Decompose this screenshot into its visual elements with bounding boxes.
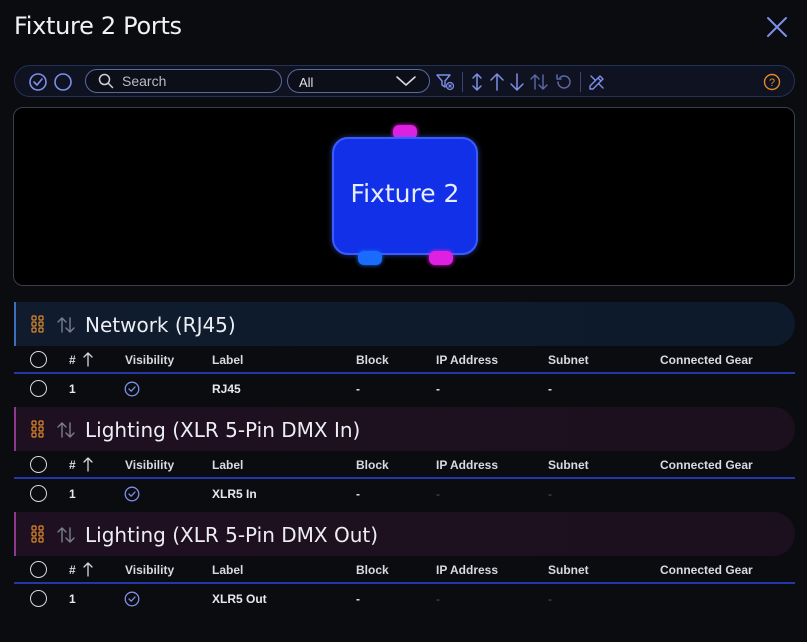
sort-swap-icon[interactable] <box>56 421 76 439</box>
table-row[interactable]: 1 XLR5 In - - - <box>14 480 795 508</box>
row-subnet: - <box>548 592 552 606</box>
col-visibility[interactable]: Visibility <box>125 458 174 472</box>
row-subnet: - <box>548 487 552 501</box>
table-header: # Visibility Label Block IP Address Subn… <box>14 451 795 479</box>
filter-select[interactable]: All <box>287 69 430 93</box>
col-block[interactable]: Block <box>356 458 389 472</box>
section-header-lighting-out: Lighting (XLR 5-Pin DMX Out) <box>14 512 795 556</box>
col-num[interactable]: # <box>69 458 76 472</box>
col-block[interactable]: Block <box>356 563 389 577</box>
arrow-down-icon[interactable] <box>507 72 527 92</box>
section-header-lighting-in: Lighting (XLR 5-Pin DMX In) <box>14 407 795 451</box>
page-title: Fixture 2 Ports <box>14 12 182 40</box>
section-title: Network (RJ45) <box>85 313 236 337</box>
section-header-network: Network (RJ45) <box>14 302 795 346</box>
col-label[interactable]: Label <box>212 458 243 472</box>
row-select-radio[interactable] <box>30 590 47 607</box>
col-label[interactable]: Label <box>212 563 243 577</box>
row-subnet: - <box>548 382 552 396</box>
col-connected-gear[interactable]: Connected Gear <box>660 353 753 367</box>
select-all-radio[interactable] <box>30 456 47 473</box>
col-ip[interactable]: IP Address <box>436 353 498 367</box>
reset-icon[interactable] <box>554 72 574 92</box>
col-label[interactable]: Label <box>212 353 243 367</box>
sort-swap-icon[interactable] <box>56 316 76 334</box>
clear-filter-icon[interactable] <box>435 72 455 92</box>
table-row[interactable]: 1 RJ45 - - - <box>14 375 795 403</box>
svg-text:?: ? <box>769 77 775 89</box>
fixture-node[interactable]: Fixture 2 <box>332 137 478 255</box>
row-label: XLR5 In <box>212 487 257 501</box>
fixture-preview-canvas: Fixture 2 <box>13 107 795 286</box>
toolbar: All ? <box>14 65 795 97</box>
col-connected-gear[interactable]: Connected Gear <box>660 563 753 577</box>
row-block: - <box>356 382 360 396</box>
search-input[interactable] <box>122 72 272 90</box>
col-connected-gear[interactable]: Connected Gear <box>660 458 753 472</box>
port-bottom-right[interactable] <box>429 251 453 265</box>
search-icon <box>98 73 114 89</box>
close-button[interactable] <box>764 14 790 40</box>
sort-asc-icon[interactable] <box>82 351 94 367</box>
row-ip: - <box>436 592 440 606</box>
row-num: 1 <box>69 487 76 501</box>
arrow-up-icon[interactable] <box>487 72 507 92</box>
col-ip[interactable]: IP Address <box>436 563 498 577</box>
table-row[interactable]: 1 XLR5 Out - - - <box>14 585 795 613</box>
uncheck-all-icon[interactable] <box>53 72 73 92</box>
search-field[interactable] <box>85 69 282 93</box>
sort-swap-icon[interactable] <box>529 72 549 92</box>
row-select-radio[interactable] <box>30 380 47 397</box>
table-header: # Visibility Label Block IP Address Subn… <box>14 556 795 584</box>
col-visibility[interactable]: Visibility <box>125 353 174 367</box>
row-block: - <box>356 592 360 606</box>
col-num[interactable]: # <box>69 563 76 577</box>
sort-swap-icon[interactable] <box>56 526 76 544</box>
filter-select-value: All <box>299 75 314 90</box>
row-select-radio[interactable] <box>30 485 47 502</box>
col-subnet[interactable]: Subnet <box>548 563 589 577</box>
row-num: 1 <box>69 382 76 396</box>
row-ip: - <box>436 382 440 396</box>
select-all-radio[interactable] <box>30 351 47 368</box>
fixture-label: Fixture 2 <box>350 179 460 208</box>
toolbar-divider <box>580 72 581 92</box>
row-label: XLR5 Out <box>212 592 267 606</box>
col-subnet[interactable]: Subnet <box>548 458 589 472</box>
chevron-down-icon <box>396 76 416 86</box>
sort-asc-icon[interactable] <box>82 561 94 577</box>
row-label: RJ45 <box>212 382 241 396</box>
drag-grip-icon[interactable] <box>31 315 45 333</box>
section-title: Lighting (XLR 5-Pin DMX Out) <box>85 523 379 547</box>
sort-asc-icon[interactable] <box>82 456 94 472</box>
table-header: # Visibility Label Block IP Address Subn… <box>14 346 795 374</box>
port-bottom-left[interactable] <box>358 251 382 265</box>
check-all-icon[interactable] <box>28 72 48 92</box>
drag-grip-icon[interactable] <box>31 420 45 438</box>
select-all-radio[interactable] <box>30 561 47 578</box>
help-icon[interactable]: ? <box>762 72 782 92</box>
visibility-check-icon[interactable] <box>124 381 140 397</box>
col-subnet[interactable]: Subnet <box>548 353 589 367</box>
section-title: Lighting (XLR 5-Pin DMX In) <box>85 418 361 442</box>
col-ip[interactable]: IP Address <box>436 458 498 472</box>
row-num: 1 <box>69 592 76 606</box>
close-icon[interactable] <box>764 14 790 40</box>
sort-vertical-icon[interactable] <box>467 72 487 92</box>
row-block: - <box>356 487 360 501</box>
drag-grip-icon[interactable] <box>31 525 45 543</box>
col-visibility[interactable]: Visibility <box>125 563 174 577</box>
visibility-check-icon[interactable] <box>124 591 140 607</box>
toolbar-divider <box>462 72 463 92</box>
edit-tools-icon[interactable] <box>587 72 607 92</box>
col-block[interactable]: Block <box>356 353 389 367</box>
col-num[interactable]: # <box>69 353 76 367</box>
row-ip: - <box>436 487 440 501</box>
visibility-check-icon[interactable] <box>124 486 140 502</box>
